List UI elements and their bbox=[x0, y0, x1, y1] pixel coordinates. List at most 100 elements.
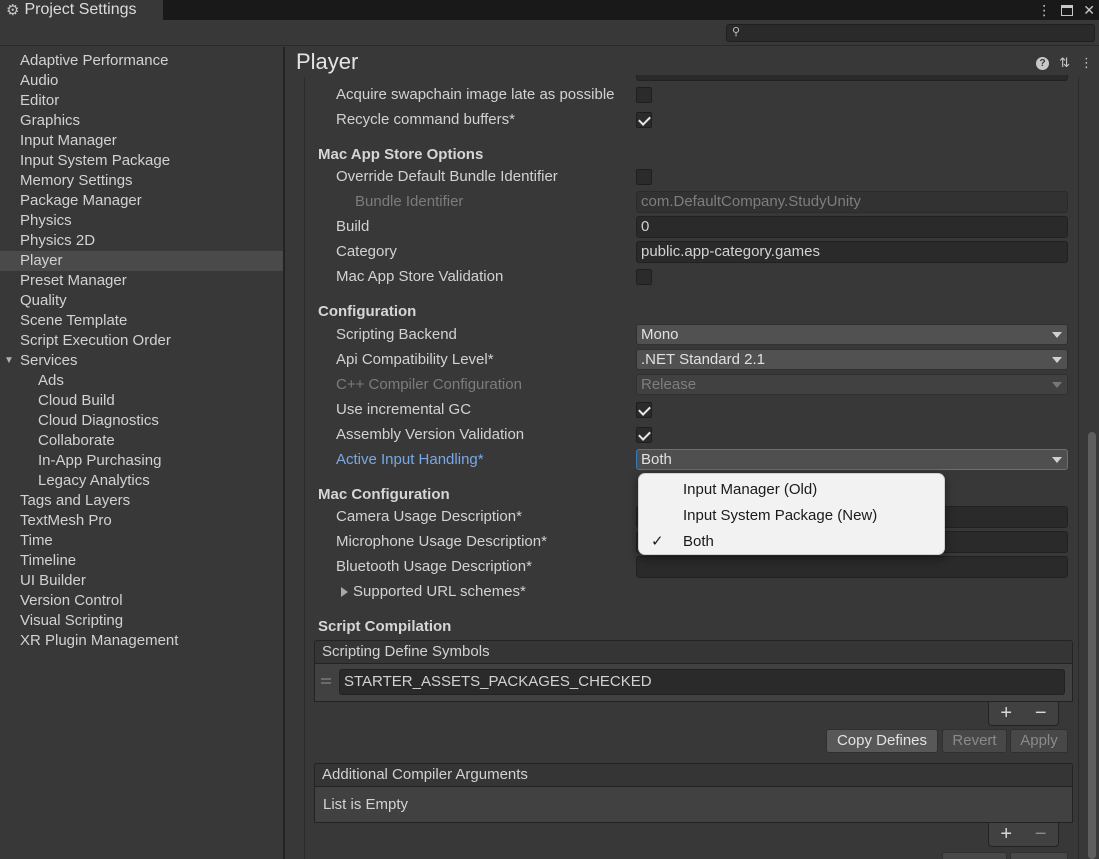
menu-item-label: Input Manager (Old) bbox=[683, 481, 818, 498]
remove-button[interactable]: − bbox=[1035, 823, 1047, 846]
toolbar: ⚲ bbox=[0, 20, 1099, 46]
sidebar-item-timeline[interactable]: Timeline bbox=[0, 551, 283, 571]
define-symbols-list: STARTER_ASSETS_PACKAGES_CHECKED bbox=[314, 664, 1073, 702]
bundle-id-field: com.DefaultCompany.StudyUnity bbox=[636, 191, 1068, 213]
search-icon: ⚲ bbox=[732, 26, 741, 38]
scripting-backend-label: Scripting Backend bbox=[336, 326, 457, 343]
more-options-icon[interactable]: ⋮ bbox=[1037, 2, 1051, 19]
sidebar-item-adaptive-performance[interactable]: Adaptive Performance bbox=[0, 51, 283, 71]
sidebar-item-xr-plugin-management[interactable]: XR Plugin Management bbox=[0, 631, 283, 651]
menu-item-both[interactable]: ✓ Both bbox=[639, 529, 944, 555]
add-button[interactable]: + bbox=[1000, 702, 1012, 725]
sidebar-item-legacy-analytics[interactable]: Legacy Analytics bbox=[0, 471, 283, 491]
sidebar-item-version-control[interactable]: Version Control bbox=[0, 591, 283, 611]
acquire-swapchain-label: Acquire swapchain image late as possible bbox=[336, 86, 615, 103]
compiler-args-plus-minus: + − bbox=[988, 823, 1059, 847]
dropdown-value: .NET Standard 2.1 bbox=[641, 351, 765, 368]
chevron-down-icon bbox=[1052, 332, 1062, 338]
sidebar-item-package-manager[interactable]: Package Manager bbox=[0, 191, 283, 211]
sidebar-item-player[interactable]: Player bbox=[0, 251, 283, 271]
sidebar-item-ads[interactable]: Ads bbox=[0, 371, 283, 391]
sidebar-item-memory-settings[interactable]: Memory Settings bbox=[0, 171, 283, 191]
title-bar: ⚙ Project Settings ⋮ ✕ bbox=[0, 0, 1099, 20]
api-level-dropdown[interactable]: .NET Standard 2.1 bbox=[636, 349, 1068, 370]
copy-defines-button[interactable]: Copy Defines bbox=[826, 729, 938, 753]
build-field[interactable]: 0 bbox=[636, 216, 1068, 238]
checkmark-icon: ✓ bbox=[651, 533, 664, 550]
revert-button-clipped[interactable] bbox=[942, 852, 1007, 859]
main-panel: Player ? ⇅ ⋮ Acquire swapchain image lat… bbox=[285, 47, 1099, 859]
define-symbol-field[interactable]: STARTER_ASSETS_PACKAGES_CHECKED bbox=[339, 669, 1065, 695]
input-handling-dropdown[interactable]: Both bbox=[636, 449, 1068, 470]
sidebar-item-label: Services bbox=[20, 352, 78, 369]
sidebar-item-physics-2d[interactable]: Physics 2D bbox=[0, 231, 283, 251]
gear-icon: ⚙ bbox=[6, 2, 20, 19]
sidebar-item-script-execution-order[interactable]: Script Execution Order bbox=[0, 331, 283, 351]
script-compilation-heading: Script Compilation bbox=[318, 618, 452, 635]
bundle-id-label: Bundle Identifier bbox=[355, 193, 464, 210]
sidebar-item-in-app-purchasing[interactable]: In-App Purchasing bbox=[0, 451, 283, 471]
compiler-args-header: Additional Compiler Arguments bbox=[314, 763, 1073, 787]
menu-item-input-manager-old[interactable]: Input Manager (Old) bbox=[639, 477, 944, 503]
sidebar-item-scene-template[interactable]: Scene Template bbox=[0, 311, 283, 331]
maximize-icon[interactable] bbox=[1061, 4, 1074, 16]
sidebar-item-physics[interactable]: Physics bbox=[0, 211, 283, 231]
expanded-triangle-icon[interactable]: ▼ bbox=[4, 351, 14, 371]
drag-handle-icon[interactable] bbox=[321, 682, 331, 684]
header-icons: ? ⇅ ⋮ bbox=[1036, 55, 1093, 71]
search-input[interactable]: ⚲ bbox=[726, 24, 1095, 42]
sidebar-item-ui-builder[interactable]: UI Builder bbox=[0, 571, 283, 591]
sidebar-item-time[interactable]: Time bbox=[0, 531, 283, 551]
drag-handle-icon[interactable] bbox=[321, 678, 331, 680]
assembly-validation-label: Assembly Version Validation bbox=[336, 426, 525, 443]
chevron-down-icon bbox=[1052, 382, 1062, 388]
window-tab[interactable]: ⚙ Project Settings bbox=[0, 0, 163, 20]
sidebar-item-quality[interactable]: Quality bbox=[0, 291, 283, 311]
revert-button[interactable]: Revert bbox=[942, 729, 1007, 753]
preset-icon[interactable]: ⇅ bbox=[1059, 55, 1070, 71]
sidebar-item-collaborate[interactable]: Collaborate bbox=[0, 431, 283, 451]
sidebar-item-services[interactable]: ▼ Services bbox=[0, 351, 283, 371]
sidebar-item-preset-manager[interactable]: Preset Manager bbox=[0, 271, 283, 291]
apply-button-clipped[interactable] bbox=[1010, 852, 1068, 859]
app-store-validation-checkbox[interactable] bbox=[636, 269, 652, 285]
close-icon[interactable]: ✕ bbox=[1083, 2, 1095, 19]
override-bundle-checkbox[interactable] bbox=[636, 169, 652, 185]
sidebar-item-audio[interactable]: Audio bbox=[0, 71, 283, 91]
chevron-down-icon bbox=[1052, 457, 1062, 463]
sidebar-item-textmesh-pro[interactable]: TextMesh Pro bbox=[0, 511, 283, 531]
category-field[interactable]: public.app-category.games bbox=[636, 241, 1068, 263]
menu-item-input-system-package-new[interactable]: Input System Package (New) bbox=[639, 503, 944, 529]
app-store-validation-label: Mac App Store Validation bbox=[336, 268, 504, 285]
assembly-validation-checkbox[interactable] bbox=[636, 427, 652, 443]
sidebar-item-input-system-package[interactable]: Input System Package bbox=[0, 151, 283, 171]
mac-app-store-heading: Mac App Store Options bbox=[318, 146, 484, 163]
collapsed-triangle-icon[interactable] bbox=[341, 587, 348, 597]
window-title: Project Settings bbox=[24, 1, 137, 18]
incremental-gc-label: Use incremental GC bbox=[336, 401, 472, 418]
panel-border-right bbox=[1078, 77, 1079, 859]
add-button[interactable]: + bbox=[1000, 823, 1012, 846]
apply-button[interactable]: Apply bbox=[1010, 729, 1068, 753]
sidebar-item-cloud-build[interactable]: Cloud Build bbox=[0, 391, 283, 411]
acquire-swapchain-checkbox[interactable] bbox=[636, 87, 652, 103]
sidebar-item-graphics[interactable]: Graphics bbox=[0, 111, 283, 131]
dropdown-value: Release bbox=[641, 376, 697, 393]
recycle-buffers-label: Recycle command buffers* bbox=[336, 111, 515, 128]
scrollbar[interactable] bbox=[1088, 432, 1096, 859]
more-options-icon[interactable]: ⋮ bbox=[1080, 55, 1093, 71]
incremental-gc-checkbox[interactable] bbox=[636, 402, 652, 418]
page-title: Player bbox=[296, 49, 359, 74]
sidebar-item-editor[interactable]: Editor bbox=[0, 91, 283, 111]
url-schemes-label[interactable]: Supported URL schemes* bbox=[353, 583, 526, 600]
remove-button[interactable]: − bbox=[1035, 702, 1047, 725]
clipped-field bbox=[636, 75, 1068, 81]
sidebar-item-visual-scripting[interactable]: Visual Scripting bbox=[0, 611, 283, 631]
sidebar-item-tags-and-layers[interactable]: Tags and Layers bbox=[0, 491, 283, 511]
scripting-backend-dropdown[interactable]: Mono bbox=[636, 324, 1068, 345]
bluetooth-usage-field[interactable] bbox=[636, 556, 1068, 578]
sidebar-item-cloud-diagnostics[interactable]: Cloud Diagnostics bbox=[0, 411, 283, 431]
recycle-buffers-checkbox[interactable] bbox=[636, 112, 652, 128]
help-icon[interactable]: ? bbox=[1036, 56, 1050, 70]
sidebar-item-input-manager[interactable]: Input Manager bbox=[0, 131, 283, 151]
